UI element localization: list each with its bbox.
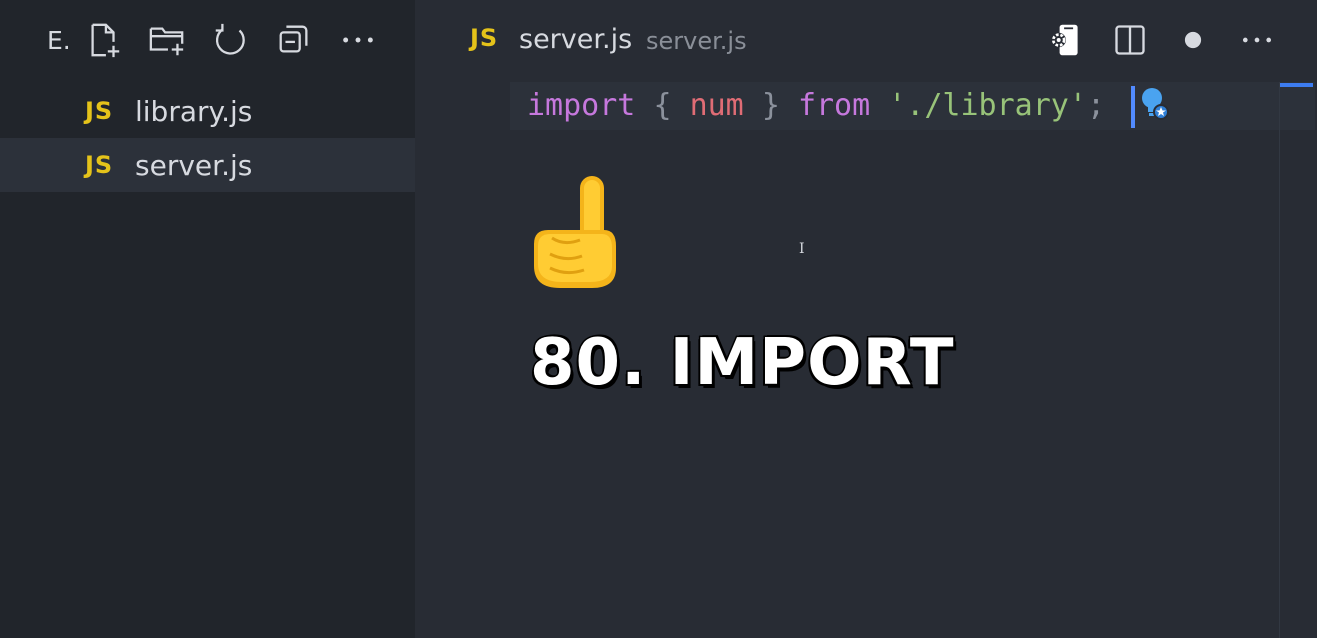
text-cursor <box>1131 86 1135 128</box>
tab-description: server.js <box>646 27 747 55</box>
js-file-icon: JS <box>470 24 499 52</box>
refresh-icon[interactable] <box>210 20 250 60</box>
new-folder-icon[interactable] <box>147 20 187 60</box>
pointing-up-hand-icon <box>530 172 620 292</box>
file-item-library[interactable]: JS library.js <box>0 84 415 138</box>
brace-close: } <box>761 88 780 123</box>
code-line-1[interactable]: import { num } from './library'; <box>527 86 1105 126</box>
js-file-icon: JS <box>85 97 114 125</box>
overlay-caption: 80. IMPORT <box>529 325 956 402</box>
explorer-title: E. <box>47 26 71 55</box>
editor-ruler <box>1279 82 1280 638</box>
keyword-import: import <box>527 88 636 123</box>
ibeam-pointer-icon: I <box>799 241 805 257</box>
unsaved-dot-icon[interactable] <box>1173 20 1213 60</box>
lightbulb-icon[interactable] <box>1138 84 1172 124</box>
split-editor-icon[interactable] <box>1110 20 1150 60</box>
explorer-sidebar: E. JS library.js JS server.js <box>0 0 415 638</box>
file-item-server[interactable]: JS server.js <box>0 138 415 192</box>
more-icon[interactable] <box>1237 20 1277 60</box>
minimap-viewport[interactable] <box>1280 83 1313 87</box>
more-icon[interactable] <box>338 20 378 60</box>
tab-server-js[interactable]: server.js <box>519 24 632 55</box>
module-path-string: './library' <box>888 88 1087 123</box>
new-file-icon[interactable] <box>84 20 124 60</box>
brace-open: { <box>653 88 672 123</box>
file-label: server.js <box>135 148 253 182</box>
imported-identifier: num <box>689 88 744 123</box>
file-label: library.js <box>135 94 253 128</box>
js-file-icon: JS <box>85 151 114 179</box>
remote-device-icon[interactable] <box>1045 20 1085 60</box>
semicolon: ; <box>1086 88 1105 123</box>
keyword-from: from <box>797 88 871 123</box>
collapse-all-icon[interactable] <box>274 20 314 60</box>
